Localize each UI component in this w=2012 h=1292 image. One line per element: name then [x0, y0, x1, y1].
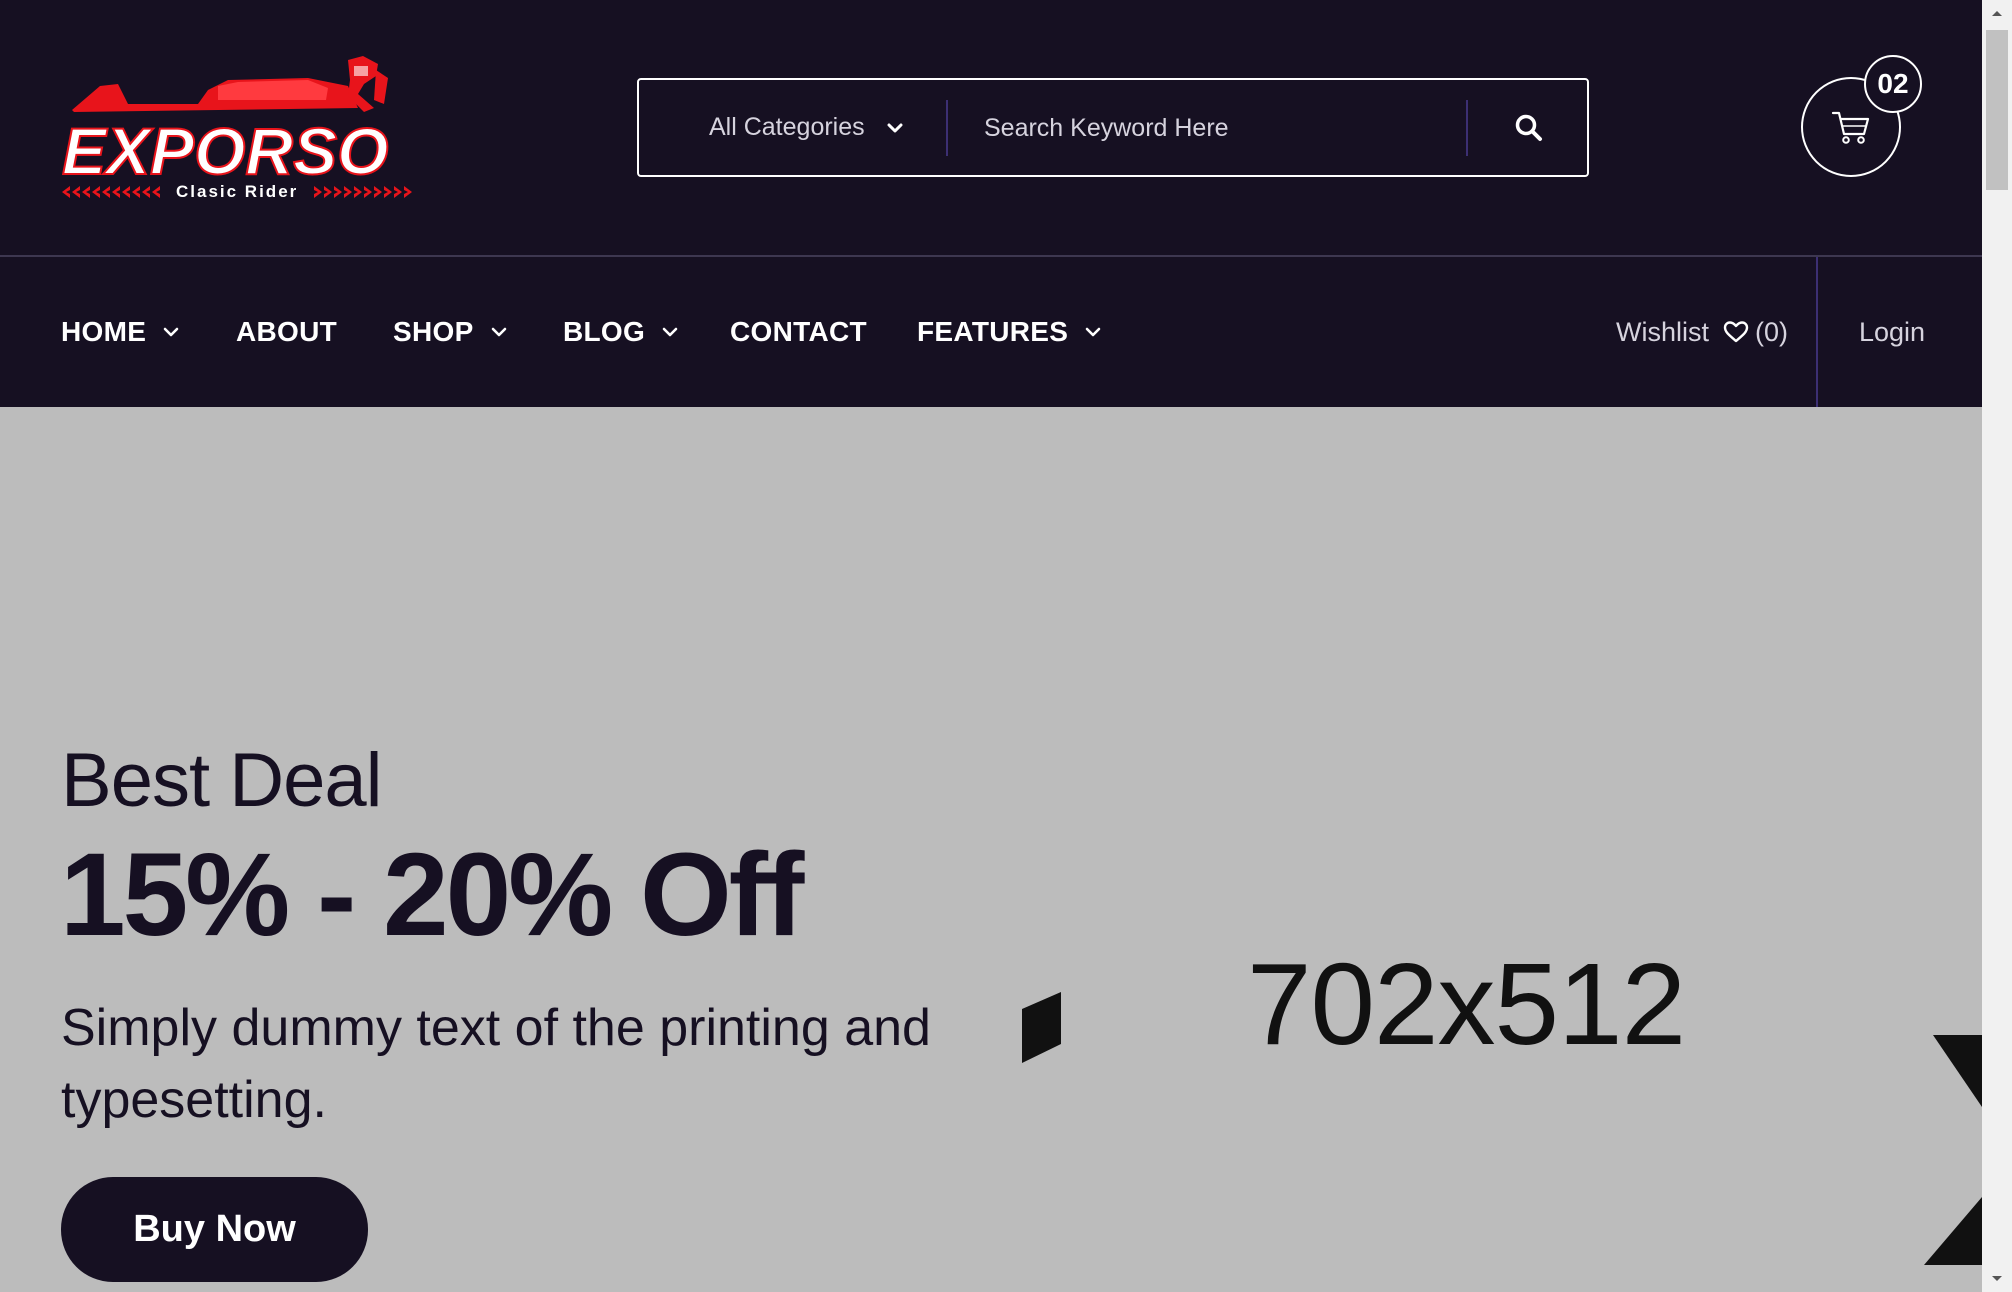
brand-logo[interactable]: EXPORSO Clasic Rider — [58, 56, 423, 201]
placeholder-graphic — [1022, 992, 1982, 1265]
hero-image-placeholder — [1022, 407, 1982, 1292]
nav-item-shop[interactable]: SHOP — [393, 257, 508, 407]
search-button[interactable] — [1499, 98, 1559, 158]
logo-graphic: EXPORSO Clasic Rider — [61, 56, 412, 201]
svg-text:Clasic Rider: Clasic Rider — [176, 182, 298, 201]
category-select-label: All Categories — [709, 113, 865, 141]
svg-text:EXPORSO: EXPORSO — [62, 114, 388, 188]
hero-headline: 15% - 20% Off — [60, 829, 804, 961]
search-divider — [946, 100, 948, 156]
heart-icon — [1723, 321, 1749, 343]
nav-item-home[interactable]: HOME — [61, 257, 180, 407]
login-label: Login — [1859, 316, 1926, 347]
search-input[interactable] — [984, 100, 1404, 156]
buy-now-label: Buy Now — [133, 1208, 296, 1250]
cart-count-badge: 02 — [1864, 55, 1922, 113]
chevron-down-icon — [887, 123, 903, 132]
nav-item-label: CONTACT — [730, 316, 867, 347]
main-nav: HOME ABOUT SHOP BLOG CONTACT FEATURES Wi… — [0, 255, 1982, 407]
wishlist-label: Wishlist — [1616, 316, 1709, 347]
wishlist-count: (0) — [1755, 316, 1788, 347]
chevron-down-icon — [491, 327, 506, 337]
buy-now-button[interactable]: Buy Now — [61, 1177, 368, 1282]
image-size-label: 702x512 — [1247, 939, 1686, 1069]
nav-item-label: ABOUT — [236, 316, 338, 347]
category-select[interactable]: All Categories — [709, 80, 905, 175]
hero-banner: 702x512 Best Deal 15% - 20% Off Simply d… — [0, 407, 1982, 1292]
shopping-cart-icon — [1831, 111, 1870, 144]
chevron-down-icon — [163, 327, 179, 337]
chevron-down-icon — [1085, 327, 1101, 337]
search-divider — [1466, 100, 1468, 156]
search-icon — [1515, 114, 1542, 141]
nav-item-label: FEATURES — [917, 316, 1069, 347]
nav-item-blog[interactable]: BLOG — [563, 257, 679, 407]
hero-subtext: Simply dummy text of the printing and ty… — [61, 999, 931, 1129]
nav-item-contact[interactable]: CONTACT — [730, 257, 867, 407]
nav-item-about[interactable]: ABOUT — [236, 257, 337, 407]
top-header: EXPORSO Clasic Rider All Categories Sear… — [0, 0, 1982, 255]
login-link[interactable]: Login — [1859, 257, 1925, 407]
chevron-down-icon — [662, 327, 678, 337]
nav-item-features[interactable]: FEATURES — [917, 257, 1102, 407]
vertical-scrollbar[interactable] — [1982, 0, 2012, 1292]
search-bar: All Categories — [637, 78, 1589, 177]
scroll-down-arrow-icon[interactable] — [1982, 1266, 2012, 1292]
scrollbar-thumb[interactable] — [1986, 30, 2008, 190]
nav-divider — [1816, 257, 1818, 407]
scroll-up-arrow-icon[interactable] — [1982, 0, 2012, 26]
nav-item-label: HOME — [61, 316, 147, 347]
nav-item-label: BLOG — [563, 316, 646, 347]
wishlist-link[interactable]: Wishlist (0) — [1616, 257, 1788, 407]
nav-item-label: SHOP — [393, 316, 474, 347]
hero-eyebrow: Best Deal — [61, 738, 382, 823]
page: EXPORSO Clasic Rider All Categories Sear… — [0, 0, 1982, 1292]
